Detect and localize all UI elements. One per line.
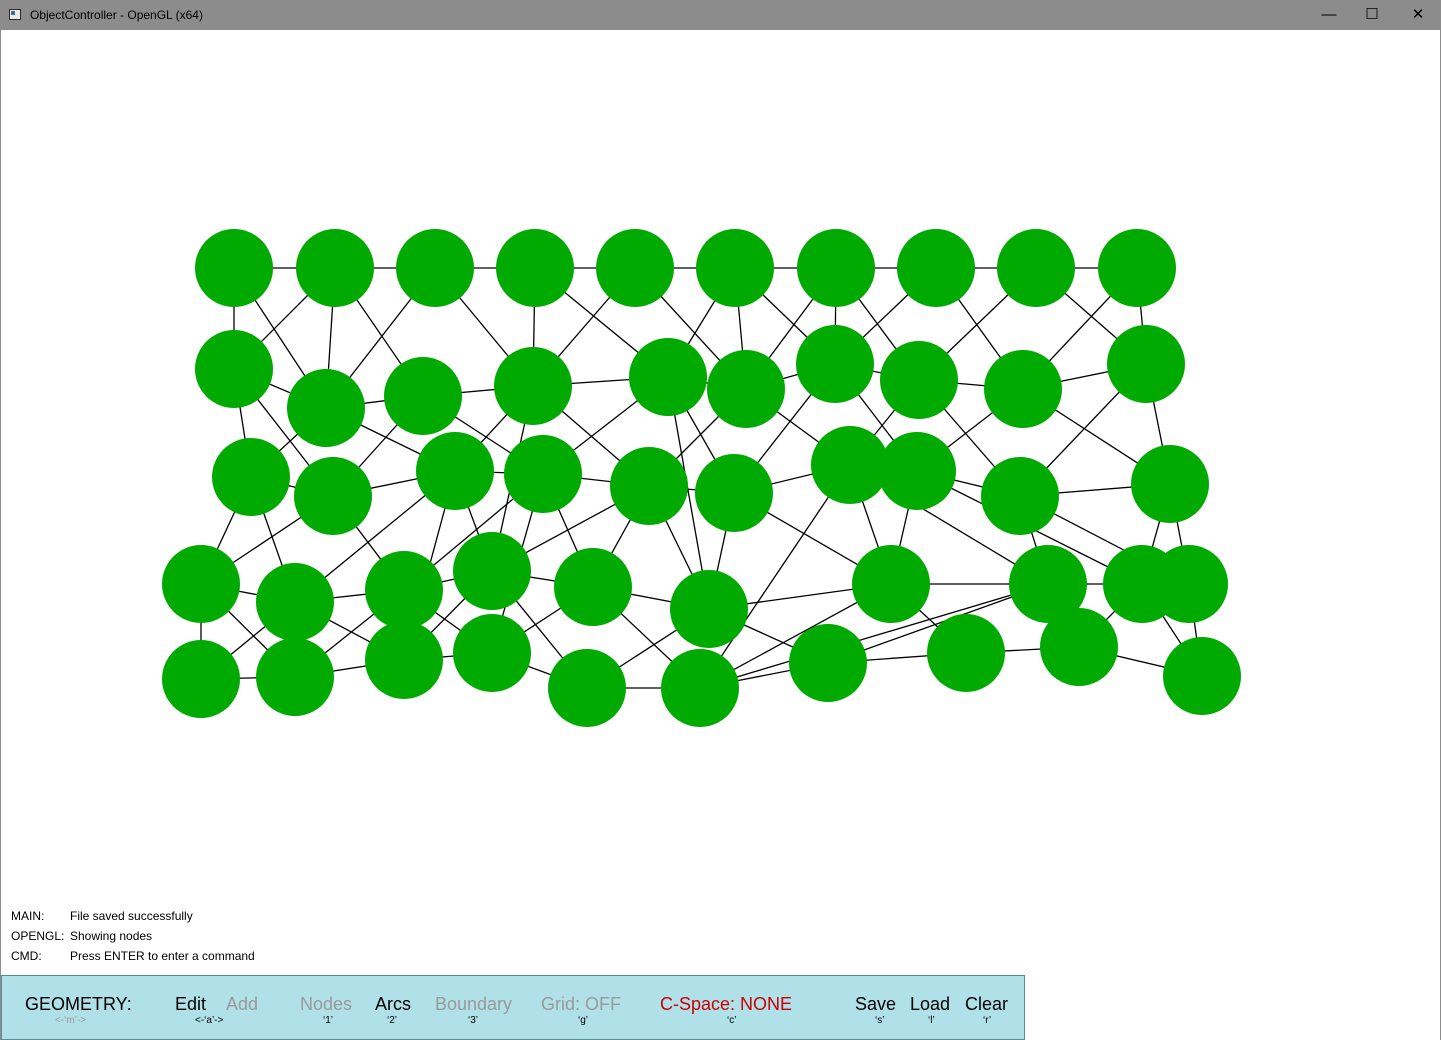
- clear-button[interactable]: Clear: [965, 994, 1008, 1015]
- graph-node[interactable]: [796, 325, 874, 403]
- graph-node[interactable]: [670, 570, 748, 648]
- edit-button[interactable]: Edit: [175, 994, 206, 1015]
- graph-node[interactable]: [416, 432, 494, 510]
- app-icon: [9, 9, 21, 20]
- maximize-button[interactable]: ☐: [1349, 0, 1395, 30]
- status-main-key: MAIN:: [11, 909, 45, 923]
- graph-node[interactable]: [880, 341, 958, 419]
- add-button[interactable]: Add: [226, 994, 258, 1015]
- graph-node[interactable]: [696, 229, 774, 307]
- graph-node[interactable]: [195, 330, 273, 408]
- graph-node[interactable]: [287, 369, 365, 447]
- graph-node[interactable]: [212, 438, 290, 516]
- geometry-hotkey: <-‘m’->: [55, 1015, 87, 1026]
- maximize-icon: ☐: [1365, 6, 1379, 23]
- graph-node[interactable]: [997, 229, 1075, 307]
- status-main-value: File saved successfully: [70, 909, 193, 923]
- graph-node[interactable]: [496, 229, 574, 307]
- graph-node[interactable]: [396, 229, 474, 307]
- title-bar[interactable]: ObjectController - OpenGL (x64) — ☐ ✕: [0, 0, 1441, 30]
- graph-node[interactable]: [1131, 445, 1209, 523]
- graph-node[interactable]: [789, 624, 867, 702]
- status-opengl-value: Showing nodes: [70, 929, 153, 943]
- graph-node[interactable]: [162, 545, 240, 623]
- graph-node[interactable]: [695, 454, 773, 532]
- graph-node[interactable]: [1107, 325, 1185, 403]
- graph-node[interactable]: [162, 640, 240, 718]
- load-hotkey: ‘l’: [928, 1015, 935, 1026]
- boundary-button[interactable]: Boundary: [435, 994, 512, 1015]
- graph-node[interactable]: [897, 229, 975, 307]
- graph-node[interactable]: [1163, 637, 1241, 715]
- graph-node[interactable]: [384, 357, 462, 435]
- graph-node[interactable]: [596, 229, 674, 307]
- status-cmd-value: Press ENTER to enter a command: [70, 949, 255, 963]
- nodes-button[interactable]: Nodes: [300, 994, 352, 1015]
- arcs-hotkey: ‘2’: [387, 1015, 398, 1026]
- graph-node[interactable]: [296, 229, 374, 307]
- graph-node[interactable]: [852, 545, 930, 623]
- graph-node[interactable]: [365, 551, 443, 629]
- graph-node[interactable]: [554, 548, 632, 626]
- boundary-hotkey: ‘3’: [468, 1015, 479, 1026]
- edit-add-hotkey: <-‘a’->: [195, 1015, 224, 1026]
- graph-node[interactable]: [1040, 608, 1118, 686]
- save-hotkey: ‘s’: [875, 1015, 885, 1026]
- opengl-canvas[interactable]: [1, 30, 1440, 975]
- grid-hotkey: ‘g’: [578, 1015, 589, 1026]
- graph-node[interactable]: [256, 563, 334, 641]
- graph-node[interactable]: [504, 435, 582, 513]
- graph-node[interactable]: [707, 350, 785, 428]
- arcs-button[interactable]: Arcs: [375, 994, 411, 1015]
- graph-node[interactable]: [1150, 545, 1228, 623]
- save-button[interactable]: Save: [855, 994, 896, 1015]
- graph-node[interactable]: [548, 649, 626, 727]
- graph-node[interactable]: [981, 457, 1059, 535]
- nodes-hotkey: ‘1’: [323, 1015, 334, 1026]
- graph-node[interactable]: [878, 432, 956, 510]
- graph-node[interactable]: [797, 229, 875, 307]
- graph-node[interactable]: [494, 347, 572, 425]
- graph-node[interactable]: [927, 614, 1005, 692]
- graph-node[interactable]: [256, 638, 334, 716]
- grid-toggle[interactable]: Grid: OFF: [541, 994, 621, 1015]
- load-button[interactable]: Load: [910, 994, 950, 1015]
- close-button[interactable]: ✕: [1395, 0, 1441, 30]
- graph-node[interactable]: [453, 532, 531, 610]
- node-layer: [162, 229, 1241, 727]
- status-cmd-key: CMD:: [11, 949, 42, 963]
- graph-node[interactable]: [365, 621, 443, 699]
- minimize-button[interactable]: —: [1306, 0, 1352, 30]
- status-opengl-key: OPENGL:: [11, 929, 65, 943]
- clear-hotkey: ‘r’: [983, 1015, 992, 1026]
- minimize-icon: —: [1321, 6, 1337, 23]
- graph-node[interactable]: [1098, 229, 1176, 307]
- graph-node[interactable]: [453, 614, 531, 692]
- close-icon: ✕: [1411, 6, 1425, 23]
- graph-node[interactable]: [661, 649, 739, 727]
- graph-node[interactable]: [984, 350, 1062, 428]
- geometry-label[interactable]: GEOMETRY:: [25, 994, 132, 1015]
- cspace-hotkey: ‘c’: [727, 1015, 737, 1026]
- cspace-toggle[interactable]: C-Space: NONE: [660, 994, 792, 1015]
- graph-node[interactable]: [629, 338, 707, 416]
- command-toolbar: GEOMETRY: <-‘m’-> Edit Add <-‘a’-> Nodes…: [1, 975, 1025, 1040]
- graph-node[interactable]: [195, 229, 273, 307]
- graph-node[interactable]: [811, 426, 889, 504]
- window-title: ObjectController - OpenGL (x64): [30, 8, 203, 22]
- graph-node[interactable]: [294, 457, 372, 535]
- graph-node[interactable]: [610, 447, 688, 525]
